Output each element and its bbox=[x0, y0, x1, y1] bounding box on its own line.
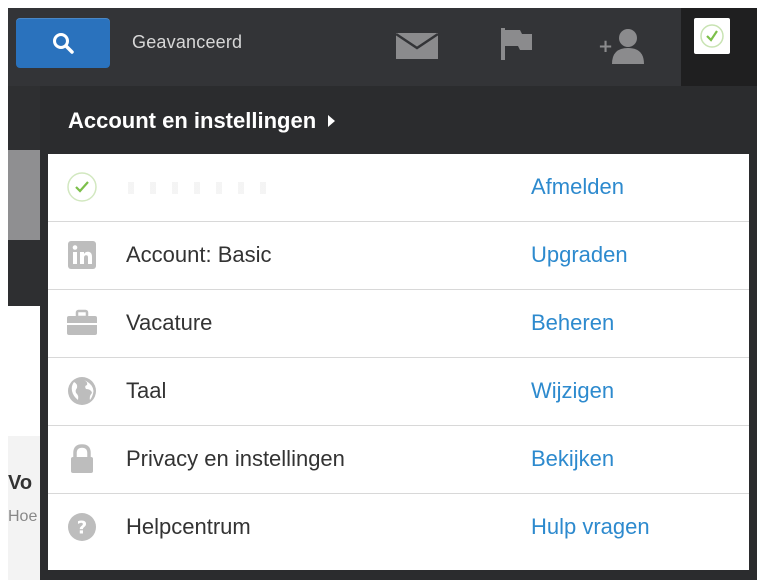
flag-icon[interactable] bbox=[498, 26, 534, 62]
background-subtext-fragment: Hoe bbox=[8, 508, 38, 525]
menu-row-user: Afmelden bbox=[48, 154, 749, 222]
get-help-link[interactable]: Hulp vragen bbox=[531, 514, 650, 540]
mail-icon[interactable] bbox=[395, 32, 439, 60]
menu-row-privacy: Privacy en instellingen Bekijken bbox=[48, 426, 749, 494]
search-icon bbox=[53, 33, 74, 54]
menu-row-help: ? Helpcentrum Hulp vragen bbox=[48, 494, 749, 562]
menu-row-language: Taal Wijzigen bbox=[48, 358, 749, 426]
manage-link[interactable]: Beheren bbox=[531, 310, 614, 336]
briefcase-icon bbox=[66, 307, 98, 339]
view-privacy-link[interactable]: Bekijken bbox=[531, 446, 614, 472]
advanced-search-link[interactable]: Geavanceerd bbox=[132, 32, 242, 53]
sign-out-link[interactable]: Afmelden bbox=[531, 174, 624, 200]
language-label: Taal bbox=[126, 378, 167, 403]
account-settings-header[interactable]: Account en instellingen bbox=[68, 108, 336, 134]
profile-avatar[interactable] bbox=[694, 18, 730, 54]
help-center-label: Helpcentrum bbox=[126, 514, 251, 539]
background-page-white bbox=[8, 306, 40, 436]
help-icon: ? bbox=[66, 511, 98, 543]
privacy-settings-label: Privacy en instellingen bbox=[126, 446, 345, 471]
menu-row-jobs: Vacature Beheren bbox=[48, 290, 749, 358]
account-settings-title: Account en instellingen bbox=[68, 108, 317, 133]
search-button[interactable] bbox=[16, 18, 110, 68]
upgrade-link[interactable]: Upgraden bbox=[531, 242, 628, 268]
account-dropdown: Account en instellingen Afmelden Account… bbox=[40, 86, 757, 580]
account-type-label: Account: Basic bbox=[126, 242, 272, 267]
background-gray-panel bbox=[8, 150, 40, 240]
change-language-link[interactable]: Wijzigen bbox=[531, 378, 614, 404]
top-navigation-bar: Geavanceerd + bbox=[8, 8, 757, 86]
user-name-redacted bbox=[128, 182, 278, 194]
linkedin-icon bbox=[66, 239, 98, 271]
caret-right-icon bbox=[328, 115, 336, 127]
svg-text:+: + bbox=[598, 36, 613, 57]
menu-row-account: Account: Basic Upgraden bbox=[48, 222, 749, 290]
lock-icon bbox=[66, 443, 98, 475]
svg-text:?: ? bbox=[77, 518, 87, 539]
globe-icon bbox=[66, 375, 98, 407]
add-connection-icon[interactable]: + bbox=[598, 26, 648, 66]
background-heading-fragment: Vo bbox=[8, 472, 33, 494]
profile-checkmark-icon bbox=[700, 24, 724, 48]
account-menu: Afmelden Account: Basic Upgraden Vacatur… bbox=[48, 154, 749, 570]
job-posting-label: Vacature bbox=[126, 310, 213, 335]
checkmark-avatar-icon bbox=[66, 171, 98, 203]
